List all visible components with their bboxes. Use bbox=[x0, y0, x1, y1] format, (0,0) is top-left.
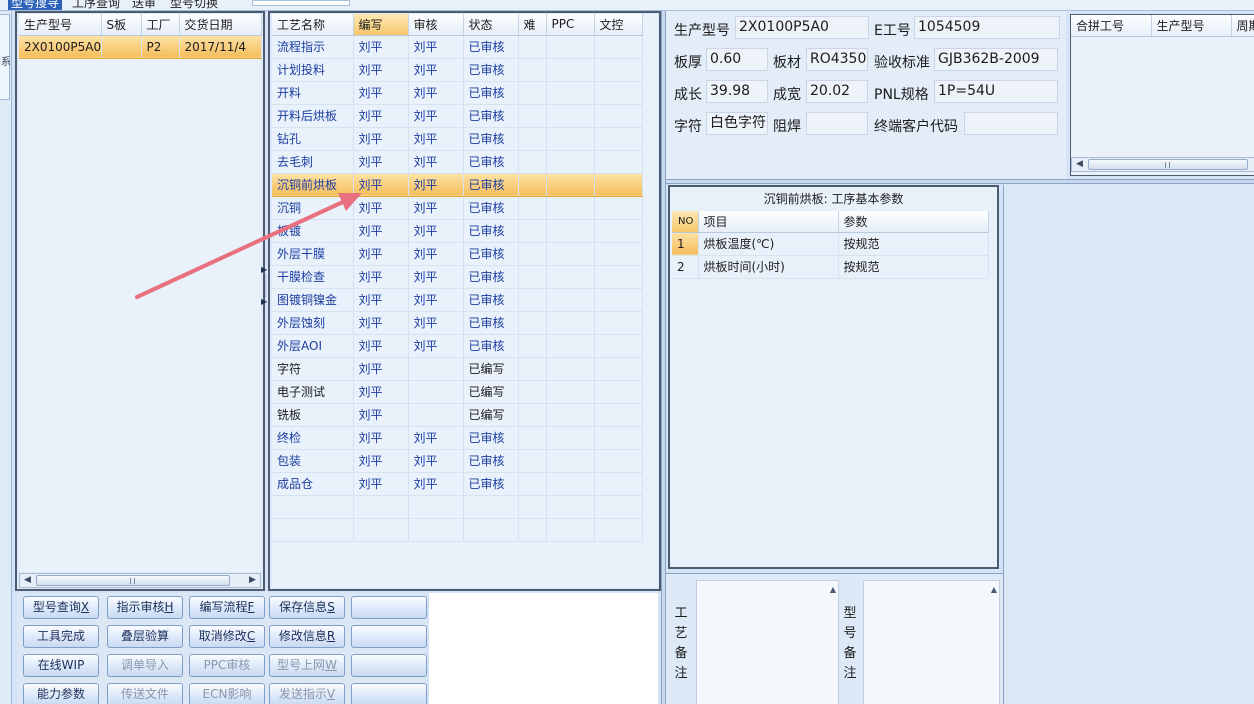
annotation-arrow-icon bbox=[135, 193, 362, 299]
